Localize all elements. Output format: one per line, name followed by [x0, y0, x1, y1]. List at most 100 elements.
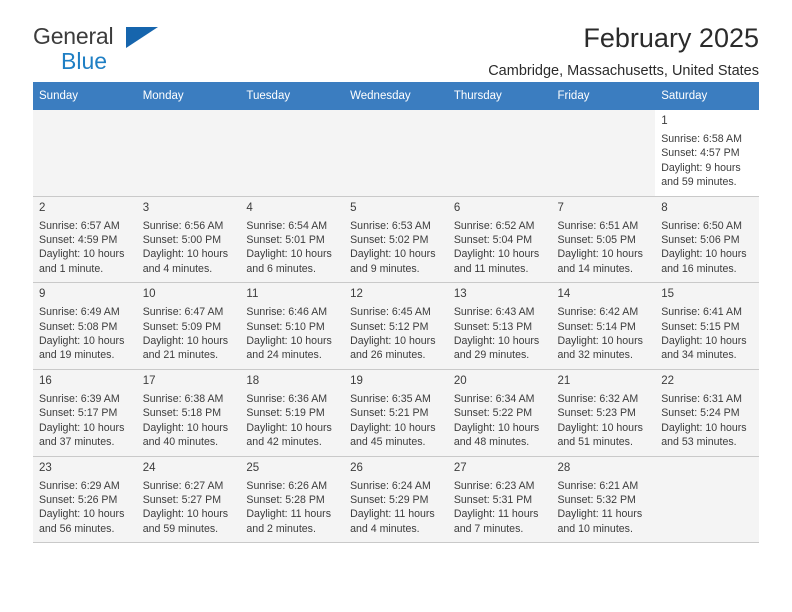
daylight-duration-line1: Daylight: 10 hours — [246, 248, 332, 261]
daylight-duration-line1: Daylight: 10 hours — [39, 248, 125, 261]
sunset-time: Sunset: 5:14 PM — [557, 320, 636, 333]
calendar-day-cell[interactable]: 8 Sunrise: 6:50 AM Sunset: 5:06 PM Daylight… — [655, 196, 759, 284]
day-sun-info: Sunrise: 6:57 AM Sunset: 4:59 PM Daylight:… — [39, 219, 131, 277]
daylight-duration-line1: Daylight: 10 hours — [39, 508, 125, 521]
calendar-day-cell[interactable]: 19 Sunrise: 6:35 AM Sunset: 5:21 PM Dayligh… — [344, 369, 448, 457]
calendar-day-cell[interactable]: 23 Sunrise: 6:29 AM Sunset: 5:26 PM Dayligh… — [33, 456, 137, 544]
daylight-duration-line2: and 6 minutes. — [246, 262, 316, 275]
sunset-time: Sunset: 5:02 PM — [350, 234, 429, 247]
sunset-time: Sunset: 5:10 PM — [246, 320, 325, 333]
calendar-day-cell[interactable]: 1 Sunrise: 6:58 AM Sunset: 4:57 PM Daylight… — [655, 110, 759, 197]
daylight-duration-line2: and 9 minutes. — [350, 262, 420, 275]
day-sun-info: Sunrise: 6:58 AM Sunset: 4:57 PM Daylight:… — [661, 132, 753, 190]
day-sun-info: Sunrise: 6:41 AM Sunset: 5:15 PM Daylight:… — [661, 305, 753, 363]
day-sun-info: Sunrise: 6:38 AM Sunset: 5:18 PM Daylight:… — [143, 392, 235, 450]
sunset-time: Sunset: 5:12 PM — [350, 320, 429, 333]
daylight-duration-line1: Daylight: 11 hours — [350, 508, 435, 521]
day-sun-info: Sunrise: 6:26 AM Sunset: 5:28 PM Daylight:… — [246, 479, 338, 537]
calendar-day-cell[interactable]: 18 Sunrise: 6:36 AM Sunset: 5:19 PM Dayligh… — [240, 369, 345, 457]
daylight-duration-line1: Daylight: 11 hours — [453, 508, 539, 521]
daylight-duration-line1: Daylight: 11 hours — [557, 508, 643, 521]
day-number: 11 — [246, 288, 259, 301]
weekday-header-saturday: Saturday — [655, 82, 759, 110]
day-number: 8 — [661, 201, 668, 214]
sunset-time: Sunset: 5:18 PM — [142, 407, 222, 420]
calendar-day-cell[interactable]: 5 Sunrise: 6:53 AM Sunset: 5:02 PM Daylight… — [344, 196, 448, 284]
calendar-day-cell[interactable]: 6 Sunrise: 6:52 AM Sunset: 5:04 PM Daylight… — [447, 196, 552, 284]
calendar-day-cell[interactable]: 13 Sunrise: 6:43 AM Sunset: 5:13 PM Dayligh… — [447, 282, 552, 370]
calendar-day-cell[interactable]: 2 Sunrise: 6:57 AM Sunset: 4:59 PM Daylight… — [33, 196, 137, 284]
day-number: 12 — [350, 288, 363, 301]
sunset-time: Sunset: 5:32 PM — [557, 493, 636, 506]
daylight-duration-line1: Daylight: 10 hours — [661, 421, 747, 434]
calendar-day-cell[interactable]: 25 Sunrise: 6:26 AM Sunset: 5:28 PM Dayligh… — [240, 456, 345, 544]
sunrise-time: Sunrise: 6:49 AM — [39, 306, 120, 319]
sunset-time: Sunset: 5:01 PM — [246, 234, 325, 247]
day-number: 18 — [246, 374, 260, 387]
calendar-day-cell[interactable]: 10 Sunrise: 6:47 AM Sunset: 5:09 PM Dayligh… — [136, 282, 241, 370]
daylight-duration-line2: and 59 minutes. — [142, 522, 219, 535]
daylight-duration-line2: and 16 minutes. — [661, 262, 737, 275]
calendar-day-cell[interactable]: 7 Sunrise: 6:51 AM Sunset: 5:05 PM Daylight… — [551, 196, 656, 284]
calendar-day-cell[interactable]: 9 Sunrise: 6:49 AM Sunset: 5:08 PM Daylight… — [33, 282, 137, 370]
daylight-duration-line1: Daylight: 10 hours — [453, 421, 540, 434]
day-sun-info: Sunrise: 6:45 AM Sunset: 5:12 PM Daylight:… — [350, 305, 442, 363]
general-blue-logo: General Blue — [33, 24, 243, 76]
day-number: 23 — [39, 461, 52, 474]
calendar-day-cell[interactable]: 21 Sunrise: 6:32 AM Sunset: 5:23 PM Dayligh… — [551, 369, 656, 457]
calendar-day-cell[interactable]: 22 Sunrise: 6:31 AM Sunset: 5:24 PM Dayligh… — [655, 369, 759, 457]
calendar-day-cell-empty — [33, 110, 137, 197]
day-number: 13 — [453, 288, 467, 301]
sunset-time: Sunset: 5:06 PM — [661, 234, 740, 247]
calendar-day-cell-empty — [551, 110, 656, 197]
day-number: 2 — [39, 201, 46, 214]
calendar-day-cell[interactable]: 26 Sunrise: 6:24 AM Sunset: 5:29 PM Dayligh… — [344, 456, 448, 544]
sunset-time: Sunset: 5:28 PM — [246, 493, 325, 506]
day-sun-info: Sunrise: 6:52 AM Sunset: 5:04 PM Daylight:… — [454, 219, 546, 277]
sunset-time: Sunset: 5:29 PM — [350, 493, 429, 506]
calendar-day-cell[interactable]: 16 Sunrise: 6:39 AM Sunset: 5:17 PM Dayligh… — [33, 369, 137, 457]
sunrise-time: Sunrise: 6:57 AM — [39, 219, 120, 232]
day-number: 3 — [142, 201, 150, 214]
daylight-duration-line1: Daylight: 10 hours — [246, 335, 332, 348]
daylight-duration-line2: and 24 minutes. — [246, 349, 322, 362]
calendar-day-cell[interactable]: 27 Sunrise: 6:23 AM Sunset: 5:31 PM Dayligh… — [447, 456, 552, 544]
calendar-day-cell[interactable]: 17 Sunrise: 6:38 AM Sunset: 5:18 PM Dayligh… — [136, 369, 241, 457]
day-sun-info: Sunrise: 6:36 AM Sunset: 5:19 PM Daylight:… — [246, 392, 338, 450]
day-number: 7 — [557, 201, 564, 214]
calendar-day-cell[interactable]: 15 Sunrise: 6:41 AM Sunset: 5:15 PM Dayligh… — [655, 282, 759, 370]
calendar-day-cell[interactable]: 4 Sunrise: 6:54 AM Sunset: 5:01 PM Daylight… — [240, 196, 345, 284]
calendar-day-cell[interactable]: 28 Sunrise: 6:21 AM Sunset: 5:32 PM Dayligh… — [551, 456, 656, 544]
day-number: 25 — [246, 461, 260, 474]
calendar-day-cell[interactable]: 20 Sunrise: 6:34 AM Sunset: 5:22 PM Dayligh… — [447, 369, 552, 457]
day-sun-info: Sunrise: 6:43 AM Sunset: 5:13 PM Daylight:… — [454, 305, 546, 363]
sunset-time: Sunset: 5:15 PM — [661, 320, 740, 333]
daylight-duration-line1: Daylight: 10 hours — [246, 421, 332, 434]
calendar-day-cell[interactable]: 12 Sunrise: 6:45 AM Sunset: 5:12 PM Dayligh… — [344, 282, 448, 370]
calendar-day-cell[interactable]: 11 Sunrise: 6:46 AM Sunset: 5:10 PM Dayligh… — [240, 282, 345, 370]
daylight-duration-line1: Daylight: 10 hours — [661, 335, 747, 348]
day-sun-info: Sunrise: 6:24 AM Sunset: 5:29 PM Daylight:… — [350, 479, 442, 537]
day-number: 20 — [453, 374, 467, 387]
calendar-day-cell[interactable]: 14 Sunrise: 6:42 AM Sunset: 5:14 PM Dayligh… — [551, 282, 656, 370]
daylight-duration-line2: and 26 minutes. — [350, 349, 426, 362]
sunset-time: Sunset: 5:09 PM — [142, 320, 222, 333]
sunset-time: Sunset: 5:22 PM — [453, 407, 533, 420]
sunset-time: Sunset: 5:24 PM — [661, 407, 740, 420]
sunrise-time: Sunrise: 6:56 AM — [142, 219, 224, 232]
calendar-day-cell[interactable]: 3 Sunrise: 6:56 AM Sunset: 5:00 PM Daylight… — [136, 196, 241, 284]
day-number: 17 — [142, 374, 156, 387]
sunset-time: Sunset: 5:13 PM — [453, 320, 533, 333]
day-sun-info: Sunrise: 6:49 AM Sunset: 5:08 PM Daylight:… — [39, 305, 131, 363]
daylight-duration-line1: Daylight: 10 hours — [453, 248, 540, 261]
sunrise-time: Sunrise: 6:39 AM — [39, 392, 120, 405]
sunset-time: Sunset: 5:23 PM — [557, 407, 636, 420]
calendar-body: 1 Sunrise: 6:58 AM Sunset: 4:57 PM Daylight… — [33, 110, 759, 544]
calendar-day-cell[interactable]: 24 Sunrise: 6:27 AM Sunset: 5:27 PM Dayligh… — [136, 456, 241, 544]
sunset-time: Sunset: 5:19 PM — [246, 407, 325, 420]
calendar-day-cell-empty — [240, 110, 345, 197]
sunrise-time: Sunrise: 6:46 AM — [246, 306, 328, 319]
daylight-duration-line1: Daylight: 10 hours — [661, 248, 747, 261]
daylight-duration-line2: and 1 minute. — [39, 262, 104, 275]
daylight-duration-line2: and 59 minutes. — [661, 176, 737, 189]
